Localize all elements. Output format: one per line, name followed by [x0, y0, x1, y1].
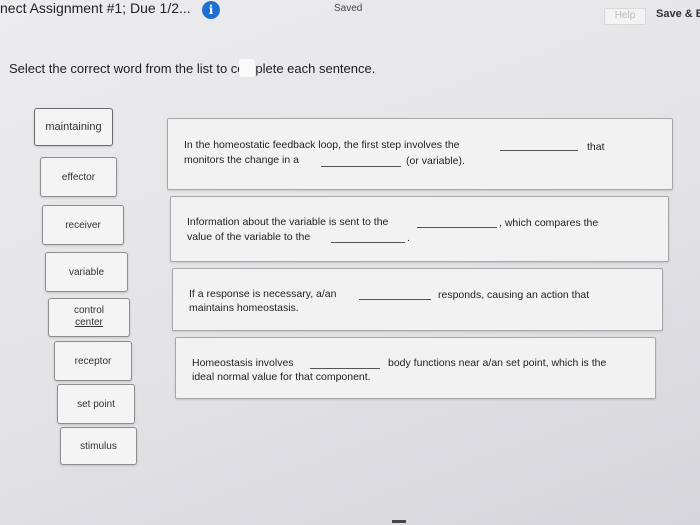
answer-blank[interactable] — [500, 150, 578, 151]
word-label: variable — [68, 266, 105, 278]
sentence-box-3: If a response is necessary, a/an respond… — [172, 268, 663, 331]
sentence-box-2: Information about the variable is sent t… — [170, 196, 669, 262]
sentence-text: value of the variable to the — [187, 231, 311, 243]
sentence-text: Information about the variable is sent t… — [187, 216, 389, 228]
word-label: set point — [77, 398, 115, 410]
word-label: stimulus — [80, 440, 117, 452]
info-icon[interactable]: i — [202, 1, 220, 19]
sentence-text: maintains homeostasis. — [189, 302, 299, 314]
assignment-page: nect Assignment #1; Due 1/2... i Saved H… — [0, 0, 700, 525]
save-exit-button[interactable]: Save & E — [656, 8, 700, 20]
word-receiver[interactable]: receiver — [42, 205, 124, 245]
word-label: effector — [61, 171, 96, 183]
word-label: receiver — [65, 219, 101, 231]
word-receptor[interactable]: receptor — [54, 341, 132, 381]
word-control-center[interactable]: control center — [48, 298, 130, 337]
sentence-text: Homeostasis involves — [192, 357, 294, 369]
sentence-text: . — [407, 232, 410, 244]
answer-blank[interactable] — [321, 166, 401, 167]
sentence-text: that — [587, 141, 605, 153]
sentence-box-1: In the homeostatic feedback loop, the fi… — [167, 118, 673, 190]
word-label: control center — [73, 305, 104, 328]
sentence-text: In the homeostatic feedback loop, the fi… — [184, 139, 460, 151]
word-label: receptor — [74, 355, 112, 367]
word-label: maintaining — [45, 121, 102, 133]
answer-blank[interactable] — [359, 299, 431, 300]
word-maintaining[interactable]: maintaining — [34, 108, 113, 146]
sentence-text: If a response is necessary, a/an — [189, 288, 337, 300]
scroll-indicator — [392, 520, 406, 523]
saved-status: Saved — [334, 3, 363, 14]
word-variable[interactable]: variable — [45, 252, 128, 292]
word-stimulus[interactable]: stimulus — [60, 427, 137, 465]
sentence-text: monitors the change in a — [184, 154, 299, 166]
sentence-box-4: Homeostasis involves body functions near… — [175, 337, 656, 399]
sentence-text: , which compares the — [499, 217, 599, 229]
word-set-point[interactable]: set point — [57, 384, 135, 424]
cursor-glare — [239, 59, 255, 77]
answer-blank[interactable] — [417, 227, 497, 228]
answer-blank[interactable] — [331, 242, 405, 243]
word-effector[interactable]: effector — [40, 157, 117, 197]
sentence-text: responds, causing an action that — [438, 289, 590, 301]
sentence-text: body functions near a/an set point, whic… — [388, 357, 607, 369]
top-bar: nect Assignment #1; Due 1/2... i Saved H… — [0, 0, 700, 32]
assignment-title: nect Assignment #1; Due 1/2... — [0, 0, 191, 16]
answer-blank[interactable] — [310, 368, 380, 369]
sentence-text: ideal normal value for that component. — [192, 371, 371, 383]
instruction-text: Select the correct word from the list to… — [9, 61, 376, 76]
help-button[interactable]: Help — [604, 8, 646, 25]
sentence-text: (or variable). — [406, 155, 465, 167]
